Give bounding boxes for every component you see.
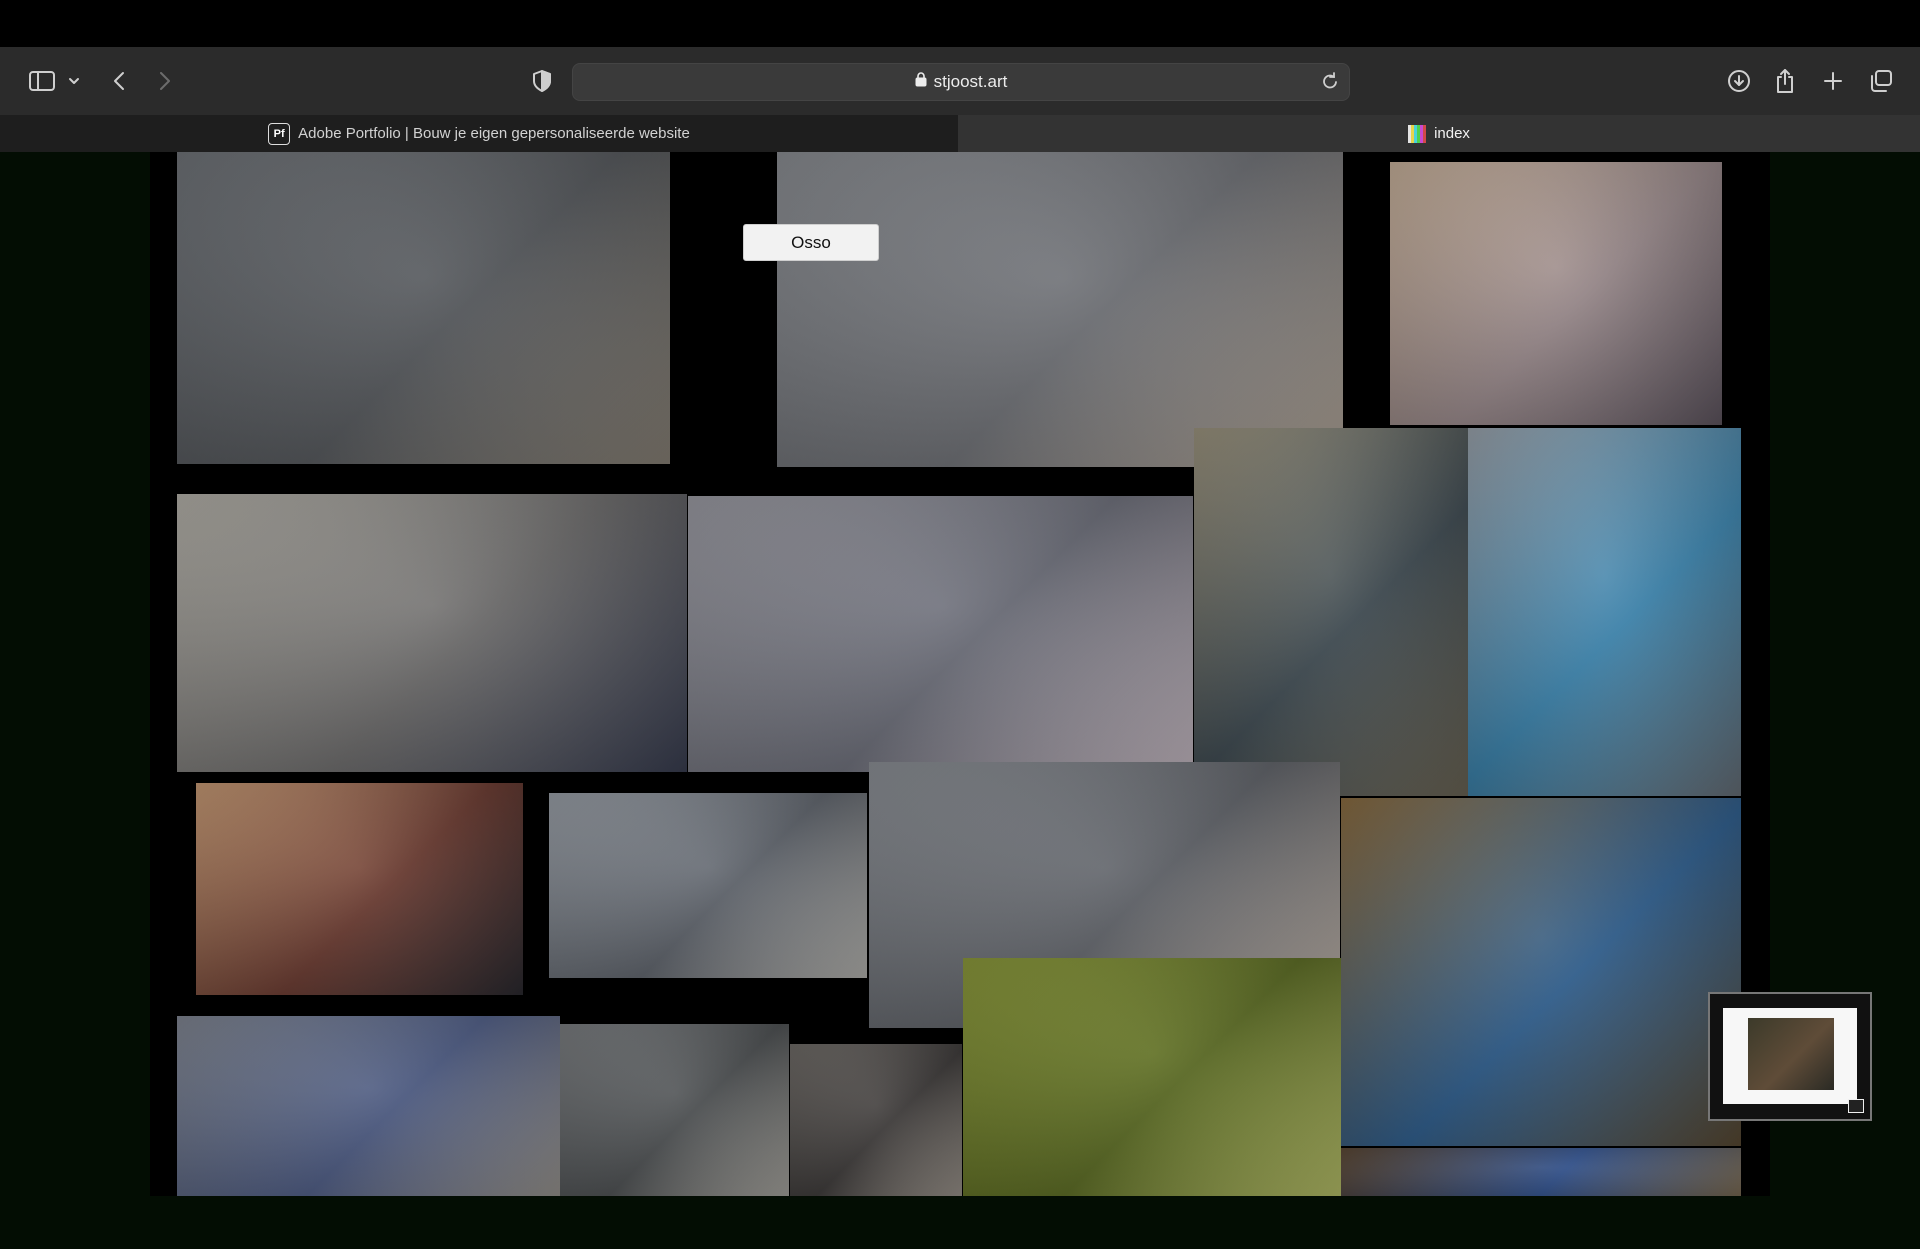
photo-woman-armchair[interactable] (790, 1044, 962, 1196)
portfolio-favicon-icon: Pf (268, 122, 291, 145)
photo-living-room-couple[interactable] (177, 494, 687, 772)
tab-label: index (1434, 125, 1470, 142)
reload-icon[interactable] (1321, 71, 1339, 96)
pip-preview-image (1748, 1018, 1834, 1090)
photo-man-street-cafe[interactable] (1194, 428, 1468, 796)
privacy-shield-icon[interactable] (526, 47, 558, 115)
tab-label: Adobe Portfolio | Bouw je eigen geperson… (298, 125, 690, 142)
color-bars-favicon-icon (1408, 124, 1427, 143)
address-bar[interactable]: stjoost.art (572, 63, 1350, 101)
photo-woman-smiling[interactable] (688, 496, 1193, 772)
photo-street-night-lights[interactable] (196, 783, 523, 995)
pip-expand-icon[interactable] (1848, 1099, 1864, 1113)
photo-man-tablet[interactable] (177, 152, 670, 464)
chevron-down-icon[interactable] (64, 47, 84, 115)
photo-title-tooltip: Osso (743, 224, 879, 261)
page-background: Osso (0, 152, 1920, 1249)
forward-button[interactable] (150, 47, 180, 115)
tab-adobe-portfolio[interactable]: Pf Adobe Portfolio | Bouw je eigen geper… (0, 115, 959, 152)
photo-woman-thinking[interactable] (777, 152, 1343, 467)
browser-toolbar: stjoost.art (0, 47, 1920, 115)
tab-overview-icon[interactable] (1864, 47, 1898, 115)
window-top-bar (0, 0, 1920, 47)
photo-living-room-wide[interactable] (560, 1024, 789, 1196)
photo-collage (150, 152, 1770, 1196)
share-icon[interactable] (1768, 47, 1802, 115)
photo-couple-cabin-sofa[interactable] (1341, 798, 1741, 1146)
photo-man-profile[interactable] (549, 793, 867, 978)
url-text: stjoost.art (933, 72, 1008, 91)
tab-bar: Pf Adobe Portfolio | Bouw je eigen geper… (0, 115, 1920, 152)
back-button[interactable] (104, 47, 134, 115)
downloads-icon[interactable] (1722, 47, 1756, 115)
lock-icon (915, 72, 927, 92)
picture-in-picture-window[interactable] (1708, 992, 1872, 1121)
photo-train-bridge[interactable] (1390, 162, 1722, 425)
new-tab-icon[interactable] (1816, 47, 1850, 115)
photo-man-cabin-armchair[interactable] (1341, 1148, 1741, 1196)
sidebar-toggle-icon[interactable] (24, 47, 60, 115)
photo-bedroom-sleeping[interactable] (963, 958, 1341, 1196)
photo-man-armchair[interactable] (177, 1016, 560, 1196)
photo-couple-walking[interactable] (1468, 428, 1741, 796)
tab-index[interactable]: index (958, 115, 1920, 152)
